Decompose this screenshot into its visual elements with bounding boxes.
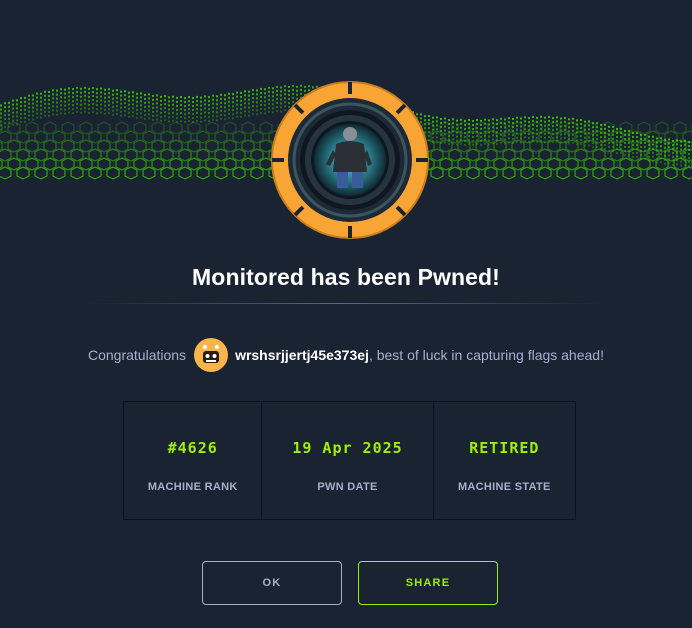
machine-state-value: RETIRED (469, 439, 540, 457)
pwn-date-value: 19 Apr 2025 (292, 439, 403, 457)
stat-machine-rank: #4626 MACHINE RANK (124, 402, 263, 519)
stat-machine-state: RETIRED MACHINE STATE (434, 402, 575, 519)
congrats-suffix: , best of luck in capturing flags ahead! (368, 347, 604, 363)
pwn-date-label: PWN DATE (317, 481, 378, 493)
title-divider (86, 303, 606, 304)
machine-state-label: MACHINE STATE (457, 481, 551, 493)
share-button[interactable]: SHARE (358, 561, 498, 605)
machine-avatar-badge (271, 81, 429, 239)
stats-table: #4626 MACHINE RANK 19 Apr 2025 PWN DATE … (123, 401, 576, 520)
machine-rank-label: MACHINE RANK (147, 481, 238, 493)
machine-rank-value: #4626 (167, 439, 218, 457)
congratulations-message: Congratulations wrshsrjjertj45e373ej , b… (0, 337, 692, 373)
congrats-prefix: Congratulations (88, 347, 187, 363)
username: wrshsrjjertj45e373ej (235, 347, 369, 363)
ok-button[interactable]: OK (202, 561, 342, 605)
stat-pwn-date: 19 Apr 2025 PWN DATE (262, 402, 434, 519)
user-avatar (194, 338, 229, 372)
modal-title: Monitored has been Pwned! (192, 264, 500, 290)
